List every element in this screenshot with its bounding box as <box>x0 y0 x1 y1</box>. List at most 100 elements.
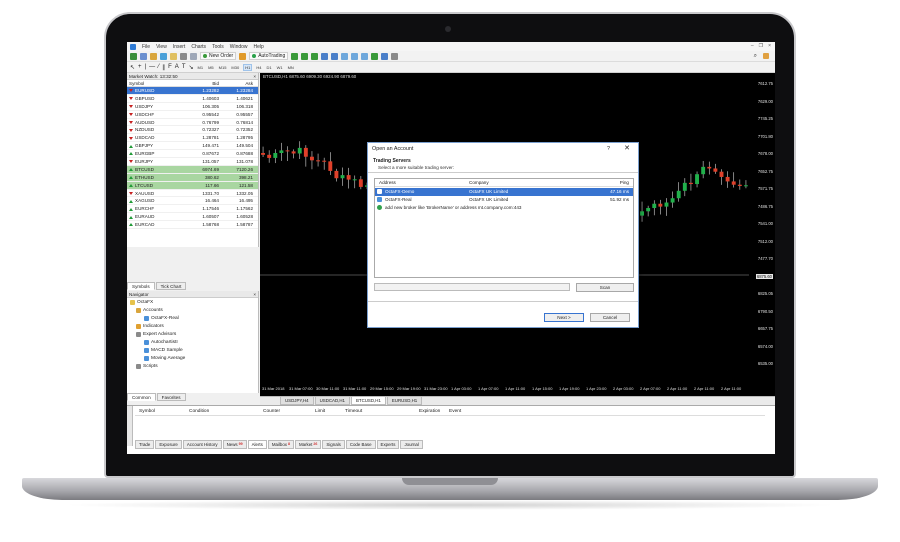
cursor-icon[interactable]: ↖ <box>130 64 135 71</box>
terminal-tab[interactable]: Experts <box>376 440 400 449</box>
timeframe-h4[interactable]: H4 <box>255 65 262 70</box>
timeframe-m30[interactable]: M30 <box>230 65 240 70</box>
scan-button[interactable]: Scan <box>576 283 634 292</box>
market-watch-row[interactable]: USDCHF 0.95542 0.95557 <box>127 111 258 119</box>
chart-shift-icon[interactable] <box>361 52 369 60</box>
autotrading-button[interactable]: AutoTrading <box>249 52 289 60</box>
market-watch-row[interactable]: LTCUSD 117.66 121.58 <box>127 181 258 190</box>
market-watch-row[interactable]: XAUUSD 1331.70 1332.05 <box>127 190 258 198</box>
timeframe-mn[interactable]: MN <box>287 65 295 70</box>
terminal-tab[interactable]: Signals <box>322 440 345 449</box>
tab-tick-chart[interactable]: Tick Chart <box>155 282 187 290</box>
profiles-icon[interactable] <box>140 52 147 60</box>
nav-account[interactable]: OctaFX-Real <box>144 316 179 321</box>
line-chart-icon[interactable] <box>311 52 319 60</box>
restore-icon[interactable]: ❐ <box>759 43 763 49</box>
column-bid[interactable]: Bid <box>185 80 221 86</box>
market-watch-row[interactable]: EURJPY 131.057 131.078 <box>127 158 258 166</box>
terminal-tab[interactable]: Mailbox 8 <box>267 440 294 449</box>
timeframe-d1[interactable]: D1 <box>265 65 272 70</box>
tester-icon[interactable] <box>190 52 197 60</box>
market-watch-row[interactable]: EURAUD 1.60507 1.60528 <box>127 213 258 222</box>
menu-charts[interactable]: Charts <box>191 44 206 50</box>
market-watch-row[interactable]: XAGUSD 16.464 16.495 <box>127 197 258 206</box>
market-watch-row[interactable]: GBPUSD 1.40603 1.40621 <box>127 95 258 103</box>
text-icon[interactable]: A <box>175 64 179 70</box>
fibonacci-icon[interactable]: F <box>168 64 172 70</box>
market-watch-row[interactable]: BTCUSD 6974.69 7120.26 <box>127 165 258 174</box>
server-row[interactable]: OctaFX-Real OctaFX UK Limited 51.92 ms <box>375 196 633 204</box>
cancel-button[interactable]: Cancel <box>590 313 630 322</box>
navigator-icon[interactable] <box>170 52 177 60</box>
nav-root[interactable]: OctaFX <box>130 300 153 305</box>
column-condition[interactable]: Condition <box>189 409 209 414</box>
column-timeout[interactable]: Timeout <box>345 409 362 414</box>
community-icon[interactable] <box>763 53 769 59</box>
column-event[interactable]: Event <box>449 409 461 414</box>
terminal-tab[interactable]: Trade <box>135 440 155 449</box>
column-expiration[interactable]: Expiration <box>419 409 440 414</box>
close-icon[interactable]: × <box>253 73 256 80</box>
terminal-tab[interactable]: Market 26 <box>294 440 322 449</box>
tab-favorites[interactable]: Favorites <box>156 393 186 401</box>
market-watch-row[interactable]: GBPJPY 149.471 149.504 <box>127 142 258 151</box>
zoom-in-icon[interactable] <box>321 52 329 60</box>
timeframe-m15[interactable]: M15 <box>218 65 228 70</box>
nav-ea-item[interactable]: AutochartistI <box>144 340 178 345</box>
add-broker-row[interactable]: add new broker like 'BrokerName' or addr… <box>375 204 633 212</box>
chart-tab[interactable]: USDCAD,H1 <box>314 397 350 405</box>
nav-experts[interactable]: Expert Advisors <box>136 332 176 337</box>
terminal-tab[interactable]: Code Base <box>345 440 376 449</box>
market-watch-row[interactable]: USDJPY 106.305 106.318 <box>127 103 258 111</box>
search-icon[interactable]: ⌕ <box>754 53 757 60</box>
tab-symbols[interactable]: Symbols <box>127 282 155 290</box>
column-ping[interactable]: Ping <box>620 179 629 187</box>
menu-view[interactable]: View <box>156 44 167 50</box>
market-watch-row[interactable]: EURCAD 1.58768 1.58787 <box>127 221 258 230</box>
indicators-icon[interactable] <box>371 52 379 60</box>
timeframe-h1[interactable]: H1 <box>243 63 253 71</box>
new-order-button[interactable]: New Order <box>200 52 237 60</box>
menu-tools[interactable]: Tools <box>212 44 224 50</box>
market-watch-row[interactable]: EURGBP 0.87672 0.87688 <box>127 150 258 159</box>
terminal-tab[interactable]: Account History <box>182 440 222 449</box>
chart-tab[interactable]: USDJPY,H4 <box>280 397 314 405</box>
minimize-icon[interactable]: – <box>751 43 754 49</box>
horizontal-line-icon[interactable]: — <box>149 64 155 70</box>
timeframe-w1[interactable]: W1 <box>276 65 284 70</box>
nav-ea-item[interactable]: MACD Sample <box>144 348 183 353</box>
market-watch-row[interactable]: USDCAD 1.28781 1.28795 <box>127 134 258 143</box>
menu-insert[interactable]: Insert <box>173 44 186 50</box>
market-watch-icon[interactable] <box>150 52 157 60</box>
new-chart-icon[interactable] <box>130 52 137 60</box>
autoscroll-icon[interactable] <box>351 52 359 60</box>
chart-tab[interactable]: EURUSD,H1 <box>386 397 423 405</box>
market-watch-row[interactable]: ETHUSD 380.62 398.21 <box>127 173 258 182</box>
channel-icon[interactable]: ∥ <box>162 64 165 71</box>
help-icon[interactable]: ? <box>607 143 610 155</box>
close-icon[interactable]: ✕ <box>624 143 630 155</box>
close-icon[interactable]: × <box>253 291 256 298</box>
market-watch-row[interactable]: NZDUSD 0.72327 0.72352 <box>127 126 258 135</box>
chart-tab[interactable]: BTCUSD,H1 <box>350 397 386 405</box>
terminal-tab[interactable]: Journal <box>400 440 423 449</box>
bar-chart-icon[interactable] <box>291 52 299 60</box>
timeframe-m1[interactable]: M1 <box>197 65 205 70</box>
market-watch-row[interactable]: EURUSD 1.23282 1.23284 <box>127 87 258 95</box>
next-button[interactable]: Next > <box>544 313 584 322</box>
menu-help[interactable]: Help <box>254 44 264 50</box>
terminal-tab[interactable]: Alerts <box>247 440 267 449</box>
market-watch-row[interactable]: EURCHF 1.17546 1.17562 <box>127 205 258 214</box>
label-icon[interactable]: T <box>182 64 186 70</box>
nav-indicators[interactable]: Indicators <box>136 324 164 329</box>
market-watch-row[interactable]: AUDUSD 0.76799 0.76814 <box>127 119 258 127</box>
metaeditor-icon[interactable] <box>239 52 247 60</box>
data-window-icon[interactable] <box>160 52 167 60</box>
zoom-out-icon[interactable] <box>331 52 339 60</box>
tile-windows-icon[interactable] <box>341 52 349 60</box>
timeframe-m5[interactable]: M5 <box>207 65 215 70</box>
column-symbol[interactable]: Symbol <box>139 409 155 414</box>
templates-icon[interactable] <box>391 52 399 60</box>
terminal-icon[interactable] <box>180 52 187 60</box>
nav-accounts[interactable]: Accounts <box>136 308 163 313</box>
